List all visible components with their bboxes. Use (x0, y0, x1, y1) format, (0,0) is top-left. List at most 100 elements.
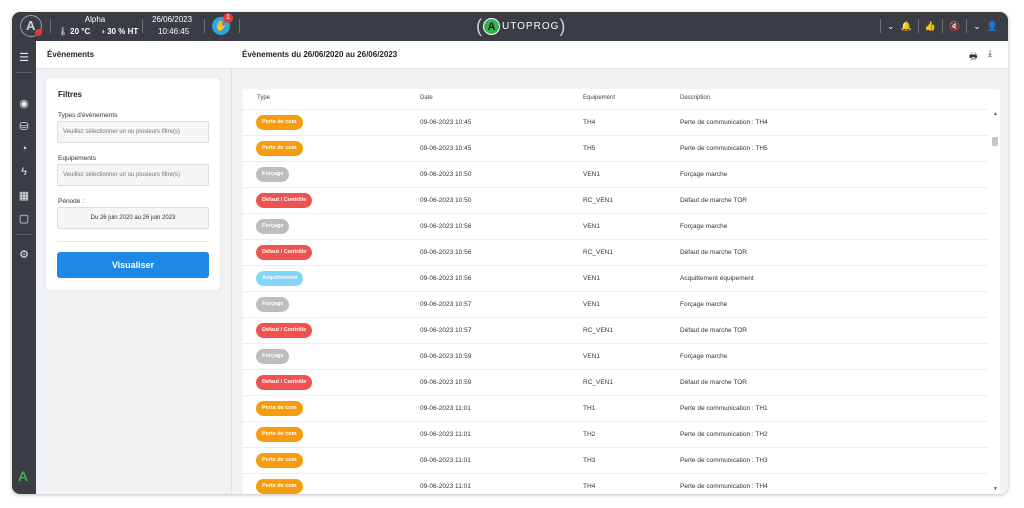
event-type-badge: Perte de com (256, 479, 303, 494)
event-date: 09-06-2023 10:45 (420, 119, 472, 126)
site-name: Alpha (84, 15, 106, 24)
column-header-description: Description (680, 95, 711, 101)
event-type-badge: Perte de com (256, 401, 303, 416)
table-row[interactable]: Perte de com 09-06-2023 10:45 TH5 Perte de … (243, 135, 988, 161)
divider (966, 19, 968, 33)
event-types-label: Types d'évènements (58, 112, 118, 119)
equipment-select[interactable]: Veuillez sélectionner un ou plusieurs fi… (57, 164, 209, 186)
event-date: 09-06-2023 10:56 (420, 249, 472, 256)
panel-title: Évènements (47, 50, 95, 59)
divider (50, 19, 51, 33)
event-date: 09-06-2023 10:57 (420, 301, 472, 308)
table-row[interactable]: Défaut / Contrôle 09-06-2023 10:50 RC_VEN1… (243, 187, 988, 213)
calendar-icon[interactable]: ▦ (12, 186, 36, 204)
event-description: Défaut de marche TOR (680, 249, 747, 256)
event-date: 09-06-2023 11:01 (420, 431, 471, 438)
gauge-icon[interactable]: ◔ (12, 140, 36, 158)
events-table: Type Date Equipement Description Perte d… (243, 89, 1000, 494)
event-types-select[interactable]: Veuillez sélectionner un ou plusieurs fi… (57, 121, 209, 143)
event-equipment: VEN1 (583, 171, 600, 178)
table-row[interactable]: Forçage 09-06-2023 10:50 VEN1 Forçage march… (243, 161, 988, 187)
event-equipment: TH5 (583, 145, 596, 152)
top-bar-actions: ⌄ 🔔 👍 🔇 ⌄ 👤 (880, 19, 998, 33)
app-window: A Alpha 🌡 20 °C ◑ 30 % HT 26/06/2023 10:46… (12, 12, 1008, 494)
logo-letter: A (26, 18, 36, 33)
table-row[interactable]: Forçage 09-06-2023 10:56 VEN1 Forçage march… (243, 213, 988, 239)
event-equipment: TH2 (583, 431, 596, 438)
event-date: 09-06-2023 11:01 (420, 405, 471, 412)
table-row[interactable]: Acquittement 09-06-2023 10:56 VEN1 Acquitte… (243, 265, 988, 291)
menu-icon[interactable]: ☰ (12, 48, 36, 66)
event-type-badge: Perte de com (256, 141, 303, 156)
chevron-down-icon[interactable]: ⌄ (887, 21, 895, 32)
bell-icon[interactable]: 🔔 (901, 21, 912, 32)
bolt-icon[interactable]: ϟ (12, 163, 36, 181)
column-header-date: Date (420, 95, 433, 101)
event-type-badge: Forçage (256, 297, 290, 312)
table-row[interactable]: Forçage 09-06-2023 10:57 VEN1 Forçage march… (243, 291, 988, 317)
settings-icon[interactable]: ⚙ (12, 245, 36, 263)
current-time: 10:46:45 (158, 27, 190, 36)
table-row[interactable]: Perte de com 09-06-2023 11:01 TH2 Perte de … (243, 421, 988, 447)
brand-logo: ( A UTOPROG ) (476, 15, 565, 37)
visualize-button[interactable]: Visualiser (57, 252, 209, 278)
table-row[interactable]: Défaut / Contrôle 09-06-2023 10:57 RC_VEN1… (243, 317, 988, 343)
database-icon[interactable]: ⛁ (12, 117, 36, 135)
event-description: Forçage marche (680, 353, 728, 360)
event-equipment: TH4 (583, 119, 596, 126)
equipment-label: Equipements (58, 155, 96, 162)
chevron-down-icon[interactable]: ⌄ (973, 21, 981, 32)
main-header: Évènements du 26/06/2020 au 26/06/2023 🖶… (232, 41, 1008, 69)
event-description: Défaut de marche TOR (680, 327, 747, 334)
clipboard-icon[interactable]: ▢ (12, 209, 36, 227)
period-field[interactable]: Du 26 juin 2020 au 26 juin 2023 (57, 207, 209, 229)
table-row[interactable]: Perte de com 09-06-2023 11:01 TH1 Perte de … (243, 395, 988, 421)
table-row[interactable]: Forçage 09-06-2023 10:59 VEN1 Forçage march… (243, 343, 988, 369)
column-header-type: Type (257, 95, 271, 101)
thumbs-up-icon[interactable]: 👍 (925, 21, 936, 32)
bracket-right-icon: ) (559, 16, 566, 36)
autoprog-logo-icon[interactable]: A (20, 15, 42, 37)
event-type-badge: Forçage (256, 349, 290, 364)
scroll-down-icon[interactable]: ▼ (993, 486, 998, 492)
divider (942, 19, 944, 33)
event-date: 09-06-2023 10:50 (420, 171, 472, 178)
table-row[interactable]: Perte de com 09-06-2023 11:01 TH3 Perte de … (243, 447, 988, 473)
event-description: Forçage marche (680, 171, 728, 178)
filter-panel: Évènements Filtres Types d'évènements Ve… (36, 41, 232, 494)
event-type-badge: Perte de com (256, 115, 303, 130)
scroll-up-icon[interactable]: ▲ (993, 111, 998, 117)
table-row[interactable]: Perte de com 09-06-2023 11:01 TH4 Perte de … (243, 473, 988, 494)
user-icon[interactable]: 👤 (987, 21, 998, 32)
event-description: Perte de communication : TH5 (680, 145, 768, 152)
event-description: Perte de communication : TH4 (680, 483, 768, 490)
divider (16, 72, 32, 73)
eye-icon[interactable]: ◉ (12, 94, 36, 112)
event-description: Perte de communication : TH1 (680, 405, 768, 412)
table-row[interactable]: Défaut / Contrôle 09-06-2023 10:59 RC_VEN1… (243, 369, 988, 395)
scrollbar-thumb[interactable] (992, 137, 998, 146)
print-icon[interactable]: 🖶 (969, 49, 978, 65)
divider (16, 234, 32, 235)
event-description: Forçage marche (680, 301, 728, 308)
event-type-badge: Perte de com (256, 427, 303, 442)
table-row[interactable]: Défaut / Contrôle 09-06-2023 10:56 RC_VEN1… (243, 239, 988, 265)
event-equipment: TH4 (583, 483, 596, 490)
table-scrollbar[interactable]: ▲ ▼ (990, 109, 1000, 494)
weather-readout: 🌡 20 °C ◑ 30 % HT (58, 27, 138, 36)
table-row[interactable]: Perte de com 09-06-2023 10:45 TH4 Perte de … (243, 109, 988, 135)
event-type-badge: Forçage (256, 167, 290, 182)
event-equipment: RC_VEN1 (583, 197, 613, 204)
event-type-badge: Défaut / Contrôle (256, 193, 313, 208)
event-equipment: VEN1 (583, 353, 600, 360)
event-type-badge: Acquittement (256, 271, 304, 286)
event-type-badge: Forçage (256, 219, 290, 234)
mute-icon[interactable]: 🔇 (949, 21, 960, 32)
temperature: 20 °C (70, 27, 91, 36)
download-icon[interactable]: ⤓ (988, 48, 992, 59)
event-equipment: RC_VEN1 (583, 249, 613, 256)
humidity-icon: ◑ (100, 27, 106, 36)
divider (142, 19, 143, 33)
event-description: Défaut de marche TOR (680, 197, 747, 204)
event-equipment: TH1 (583, 405, 596, 412)
